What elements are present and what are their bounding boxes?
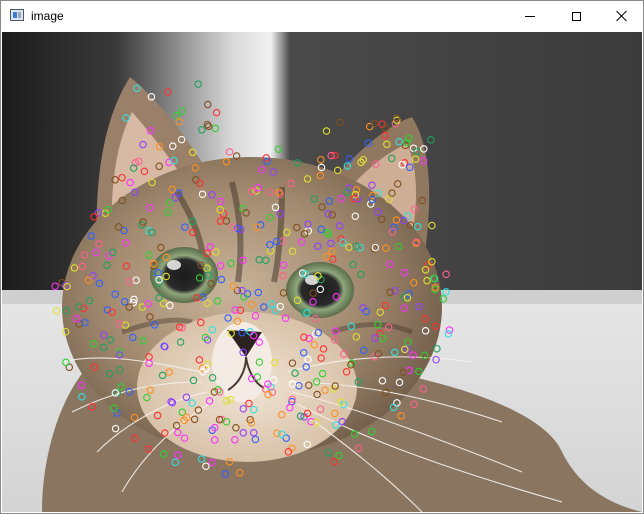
title-bar[interactable]: image <box>1 1 643 31</box>
image-canvas <box>2 32 642 512</box>
cat-right-eye <box>286 262 354 318</box>
maximize-button[interactable] <box>553 1 599 31</box>
app-window-icon <box>10 9 24 21</box>
window-title: image <box>31 9 64 23</box>
close-icon <box>616 10 628 22</box>
close-button[interactable] <box>599 1 643 31</box>
app-window: image <box>0 0 644 514</box>
minimize-button[interactable] <box>507 1 553 31</box>
maximize-icon <box>571 11 581 21</box>
cat-photo-with-keypoints <box>2 32 642 512</box>
minimize-icon <box>525 15 535 17</box>
